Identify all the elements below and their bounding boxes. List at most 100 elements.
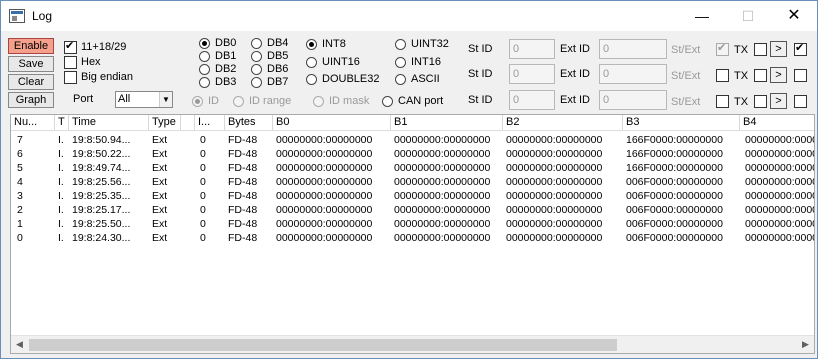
tx-checkbox-3[interactable] <box>754 95 767 108</box>
st-ext-label-1: St/Ext <box>671 44 701 56</box>
st-id-field-1[interactable]: 0 <box>509 39 555 59</box>
scrollbar-thumb[interactable] <box>29 339 617 351</box>
db1-radio[interactable] <box>199 51 210 62</box>
st-ext-checkbox-1[interactable] <box>716 42 729 56</box>
db4-radio[interactable] <box>251 38 262 49</box>
cell-bytes: FD-48 <box>228 204 258 216</box>
table-row[interactable]: 7 I. 19:8:50.94... Ext 0 FD-48 00000000:000000… <box>11 134 814 146</box>
col-header-b3[interactable]: B3 <box>623 115 740 131</box>
uint32-radio[interactable] <box>395 39 406 50</box>
cell-b4: 00000000:000000 <box>745 134 814 146</box>
col-header-b2[interactable]: B2 <box>503 115 623 131</box>
big-endian-checkbox[interactable] <box>64 71 77 84</box>
db7-radio[interactable] <box>251 77 262 88</box>
horizontal-scrollbar[interactable]: ◀ ▶ <box>11 335 814 353</box>
save-button[interactable]: Save <box>8 56 54 72</box>
cell-i: 0 <box>200 134 206 146</box>
cell-b0: 00000000:00000000 <box>276 134 373 146</box>
enable-filter-checkbox-1[interactable] <box>794 42 807 56</box>
log-table: Nu... T Time Type I... Bytes B0 B1 B2 B3… <box>10 114 815 354</box>
db3-radio[interactable] <box>199 77 210 88</box>
table-row[interactable]: 2 I. 19:8:25.17... Ext 0 FD-48 00000000:000000… <box>11 204 814 216</box>
cell-time: 19:8:25.50... <box>72 218 131 230</box>
table-row[interactable]: 1 I. 19:8:25.50... Ext 0 FD-48 00000000:000000… <box>11 218 814 230</box>
double32-radio[interactable] <box>306 74 317 85</box>
cell-type: Ext <box>152 176 168 188</box>
ext-id-label-2: Ext ID <box>560 68 590 80</box>
cell-type: Ext <box>152 218 168 230</box>
tx-checkbox-1[interactable] <box>754 43 767 56</box>
scroll-left-icon[interactable]: ◀ <box>11 336 28 353</box>
clear-button[interactable]: Clear <box>8 74 54 90</box>
send-button-3[interactable]: > <box>770 93 787 109</box>
db2-radio[interactable] <box>199 64 210 75</box>
maximize-button[interactable]: ☐ <box>725 1 771 31</box>
id-radio[interactable] <box>192 96 203 107</box>
cell-b4: 00000000:000000 <box>745 190 814 202</box>
enable-filter-checkbox-3[interactable] <box>794 95 807 108</box>
col-header-time[interactable]: Time <box>69 115 149 131</box>
st-id-field-2[interactable]: 0 <box>509 64 555 84</box>
ext-id-field-3[interactable]: 0 <box>599 90 667 110</box>
db6-radio[interactable] <box>251 64 262 75</box>
cell-b0: 00000000:00000000 <box>276 148 373 160</box>
enable-filter-checkbox-2[interactable] <box>794 69 807 82</box>
col-header-bytes[interactable]: Bytes <box>225 115 273 131</box>
cell-b1: 00000000:00000000 <box>394 176 491 188</box>
cell-t: I. <box>58 176 64 188</box>
table-row[interactable]: 3 I. 19:8:25.35... Ext 0 FD-48 00000000:000000… <box>11 190 814 202</box>
table-row[interactable]: 5 I. 19:8:49.74... Ext 0 FD-48 00000000:000000… <box>11 162 814 174</box>
cell-number: 5 <box>17 162 23 174</box>
ext-id-field-2[interactable]: 0 <box>599 64 667 84</box>
col-header-i[interactable]: I... <box>195 115 225 131</box>
cell-time: 19:8:25.56... <box>72 176 131 188</box>
table-row[interactable]: 0 I. 19:8:24.30... Ext 0 FD-48 00000000:000000… <box>11 232 814 244</box>
graph-button[interactable]: Graph <box>8 92 54 108</box>
cell-number: 1 <box>17 218 23 230</box>
can-port-radio[interactable] <box>382 96 393 107</box>
id-mask-radio[interactable] <box>313 96 324 107</box>
title-bar[interactable]: Log — ☐ ✕ <box>1 1 817 31</box>
st-ext-checkbox-3[interactable] <box>716 95 729 108</box>
ascii-radio[interactable] <box>395 74 406 85</box>
send-button-1[interactable]: > <box>770 41 787 57</box>
ext-id-field-1[interactable]: 0 <box>599 39 667 59</box>
cell-time: 19:8:50.94... <box>72 134 131 146</box>
cell-type: Ext <box>152 190 168 202</box>
col-header-number[interactable]: Nu... <box>11 115 55 131</box>
cell-type: Ext <box>152 162 168 174</box>
port-select[interactable]: All ▼ <box>115 91 173 108</box>
minimize-button[interactable]: — <box>679 1 725 31</box>
id-range-radio[interactable] <box>233 96 244 107</box>
double32-label: DOUBLE32 <box>322 73 380 85</box>
col-header-b0[interactable]: B0 <box>273 115 391 131</box>
id-radio-label: ID <box>208 95 219 107</box>
st-ext-checkbox-2[interactable] <box>716 69 729 82</box>
send-button-2[interactable]: > <box>770 67 787 83</box>
col-header-b4[interactable]: B4 <box>740 115 814 131</box>
tx-checkbox-2[interactable] <box>754 69 767 82</box>
db5-radio[interactable] <box>251 51 262 62</box>
enable-button[interactable]: Enable <box>8 38 54 54</box>
db0-radio[interactable] <box>199 38 210 49</box>
col-header-b1[interactable]: B1 <box>391 115 503 131</box>
chevron-down-icon[interactable]: ▼ <box>159 92 172 107</box>
cell-number: 3 <box>17 190 23 202</box>
uint16-radio[interactable] <box>306 57 317 68</box>
table-row[interactable]: 4 I. 19:8:25.56... Ext 0 FD-48 00000000:000000… <box>11 176 814 188</box>
table-row[interactable]: 6 I. 19:8:50.22... Ext 0 FD-48 00000000:000000… <box>11 148 814 160</box>
close-button[interactable]: ✕ <box>771 1 817 31</box>
col-header-type[interactable]: Type <box>149 115 181 131</box>
cell-number: 6 <box>17 148 23 160</box>
cell-b3: 006F0000:00000000 <box>626 218 723 230</box>
ascii-label: ASCII <box>411 73 440 85</box>
int8-radio[interactable] <box>306 39 317 50</box>
scroll-right-icon[interactable]: ▶ <box>797 336 814 353</box>
st-id-field-3[interactable]: 0 <box>509 90 555 110</box>
cell-b0: 00000000:00000000 <box>276 162 373 174</box>
int16-radio[interactable] <box>395 57 406 68</box>
hex-checkbox[interactable] <box>64 56 77 69</box>
ext-id-checkbox[interactable] <box>64 40 77 54</box>
col-header-t[interactable]: T <box>55 115 69 131</box>
col-header-blank[interactable] <box>181 115 195 131</box>
